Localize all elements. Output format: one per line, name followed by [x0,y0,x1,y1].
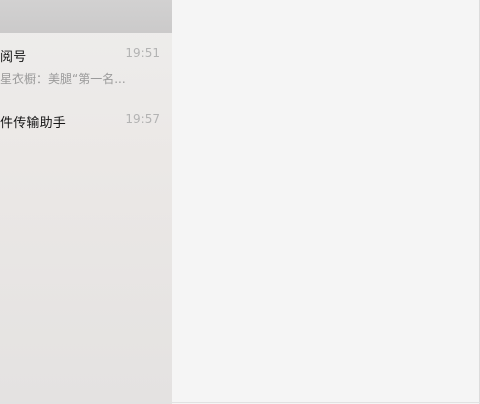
search-header [0,0,172,33]
chat-time: 19:51 [125,46,160,60]
chat-content-area [172,0,480,404]
chat-time: 19:57 [125,112,160,126]
chat-preview: 星衣橱：美腿“第一名... [0,72,126,86]
chat-window: 阅号 19:51 星衣橱：美腿“第一名... 件传输助手 19:57 [0,0,480,404]
chat-name: 件传输助手 [0,116,67,131]
window-bottom-border [0,402,480,403]
chat-list-panel[interactable]: 阅号 19:51 星衣橱：美腿“第一名... 件传输助手 19:57 [0,0,172,404]
chat-name: 阅号 [0,50,27,65]
chat-item-subscriptions[interactable]: 阅号 19:51 星衣橱：美腿“第一名... [0,36,172,98]
chat-item-file-transfer[interactable]: 件传输助手 19:57 [0,102,172,164]
